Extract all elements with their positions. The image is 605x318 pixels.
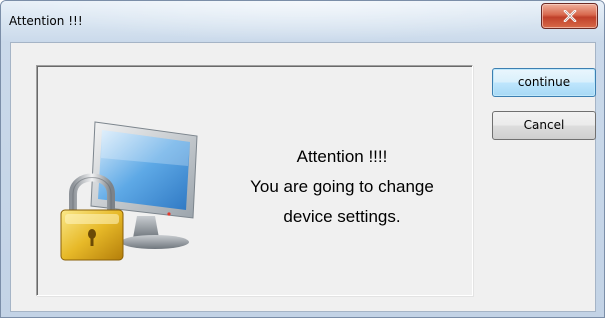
- close-button[interactable]: [541, 3, 598, 29]
- monitor-lock-icon: [51, 106, 211, 266]
- message-line-3: device settings.: [283, 207, 401, 226]
- continue-button[interactable]: continue: [492, 68, 596, 97]
- cancel-button[interactable]: Cancel: [492, 111, 596, 140]
- attention-message: Attention !!!! You are going to change d…: [217, 142, 467, 232]
- window-title: Attention !!!: [9, 14, 83, 28]
- message-line-2: You are going to change: [250, 177, 434, 196]
- dialog-client-area: Attention !!!! You are going to change d…: [10, 42, 596, 312]
- message-panel: Attention !!!! You are going to change d…: [36, 65, 473, 296]
- close-icon: [563, 10, 577, 22]
- dialog-window: Attention !!! Attention !!!! You are goi…: [0, 0, 605, 318]
- title-bar[interactable]: Attention !!!: [1, 1, 604, 41]
- message-line-1: Attention !!!!: [296, 147, 388, 166]
